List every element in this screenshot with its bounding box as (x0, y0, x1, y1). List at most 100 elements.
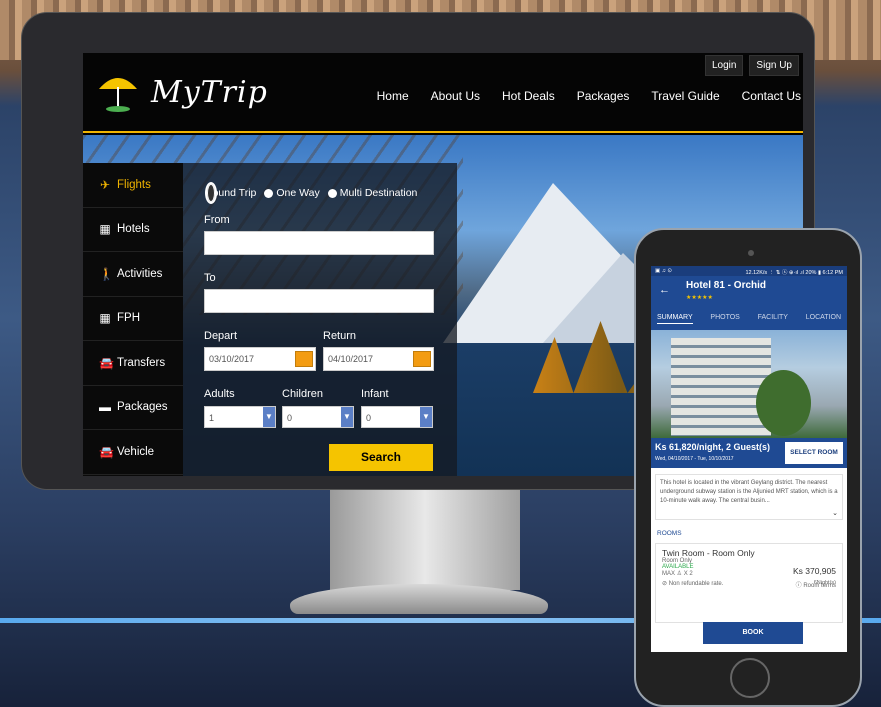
flight-search-form: Round Trip One Way Multi Destination Fro… (183, 163, 457, 476)
status-bar: ▣ ♫ ⊙ 12.12K/s ⋮ ⇅ ⓢ ⊕·ıl .ıl 20% ▮ 6:12… (651, 266, 847, 276)
room-policies: ⊘ Non refundable rate. ⓘ Room terms (662, 580, 836, 589)
hotel-tree (756, 370, 811, 436)
children-label: Children (282, 388, 323, 400)
site-logo[interactable]: MyTrip (95, 69, 268, 115)
hotel-header: ← Hotel 81 - Orchid ★★★★★ (651, 276, 847, 308)
radio-label: One Way (276, 187, 320, 199)
search-button[interactable]: Search (329, 444, 433, 471)
brand-name: MyTrip (151, 74, 268, 110)
tab-activities[interactable]: 🚶 Activities (83, 252, 183, 297)
home-button[interactable] (730, 658, 770, 698)
chevron-down-icon: ▼ (341, 407, 353, 427)
tab-label: Flights (117, 178, 151, 191)
hotel-description: This hotel is located in the vibrant Gey… (655, 474, 843, 520)
room-name: Twin Room - Room Only (662, 548, 755, 558)
tab-label: Transfers (117, 356, 166, 369)
tab-label: Vehicle (117, 445, 155, 458)
signup-button[interactable]: Sign Up (749, 55, 799, 76)
search-category-tabs: ✈ Flights ▦ Hotels 🚶 Activities ▦ FPH 🚘 Trans… (83, 163, 183, 476)
children-select[interactable]: 0 ▼ (282, 406, 354, 428)
infant-select[interactable]: 0 ▼ (361, 406, 433, 428)
children-value: 0 (287, 413, 293, 423)
radio-selected-icon (205, 182, 217, 204)
umbrella-icon (99, 78, 137, 112)
trip-type-group: Round Trip One Way Multi Destination (205, 182, 418, 204)
tab-label: Activities (117, 267, 163, 280)
mobile-screen: ▣ ♫ ⊙ 12.12K/s ⋮ ⇅ ⓢ ⊕·ıl .ıl 20% ▮ 6:12… (651, 266, 847, 652)
building-icon: ▦ (99, 311, 111, 326)
room-nights: 6Night(s) (813, 580, 836, 586)
tab-facility[interactable]: FACILITY (758, 314, 788, 324)
depart-date-input[interactable]: 03/10/2017 (204, 347, 316, 371)
room-price: Ks 370,905 (792, 566, 836, 576)
chevron-down-icon: ▼ (420, 407, 432, 427)
return-date-value: 04/10/2017 (328, 354, 374, 364)
tab-photos[interactable]: PHOTOS (710, 314, 739, 324)
login-button[interactable]: Login (704, 55, 744, 76)
radio-round-trip[interactable]: Round Trip (205, 182, 256, 204)
radio-icon (327, 188, 337, 198)
status-icons: ▣ ♫ ⊙ (655, 268, 672, 274)
depart-label: Depart (204, 330, 238, 342)
tab-transfers[interactable]: 🚘 Transfers (83, 341, 183, 386)
nav-about-us[interactable]: About Us (431, 89, 480, 103)
tab-vehicle[interactable]: 🚘 Vehicle (83, 430, 183, 475)
chevron-down-icon: ▼ (263, 407, 275, 427)
nav-home[interactable]: Home (377, 89, 409, 103)
hotel-building (671, 338, 771, 436)
radio-multi-destination[interactable]: Multi Destination (327, 187, 418, 199)
price-bar: Ks 61,820/night, 2 Guest(s) Wed, 04/10/2… (651, 438, 847, 468)
hotel-photo (651, 330, 847, 438)
tab-summary[interactable]: SUMMARY (657, 314, 693, 324)
tab-hotels[interactable]: ▦ Hotels (83, 208, 183, 252)
to-label: To (204, 272, 216, 284)
from-input[interactable] (204, 231, 434, 255)
radio-icon (264, 188, 274, 198)
tab-packages[interactable]: ▬ Packages (83, 386, 183, 430)
tab-location[interactable]: LOCATION (806, 314, 841, 324)
mobile-phone: ▣ ♫ ⊙ 12.12K/s ⋮ ⇅ ⓢ ⊕·ıl .ıl 20% ▮ 6:12… (634, 228, 862, 707)
radio-label: Multi Destination (339, 187, 418, 199)
building-icon: ▦ (99, 222, 111, 237)
book-button[interactable]: BOOK (703, 622, 803, 644)
nav-hot-deals[interactable]: Hot Deals (502, 89, 555, 103)
car-icon: 🚘 (99, 444, 114, 459)
tab-fph[interactable]: ▦ FPH (83, 297, 183, 341)
adults-select[interactable]: 1 ▼ (204, 406, 276, 428)
rooms-heading: ROOMS (657, 530, 682, 537)
main-nav: Home About Us Hot Deals Packages Travel … (377, 89, 801, 103)
nav-contact-us[interactable]: Contact Us (742, 89, 801, 103)
tab-label: FPH (117, 312, 140, 325)
ticket-icon: ▬ (99, 400, 111, 415)
auth-buttons: Login Sign Up (704, 55, 799, 76)
adults-label: Adults (204, 388, 235, 400)
description-text: This hotel is located in the vibrant Gey… (660, 480, 838, 504)
radio-one-way[interactable]: One Way (264, 187, 320, 199)
stay-dates: Wed, 04/10/2017 - Tue, 10/10/2017 (655, 456, 734, 462)
status-text: 12.12K/s ⋮ ⇅ ⓢ ⊕·ıl .ıl 20% ▮ 6:12 PM (745, 270, 843, 276)
return-label: Return (323, 330, 357, 342)
non-refundable-note: ⊘ Non refundable rate. (662, 581, 724, 587)
infant-value: 0 (366, 413, 372, 423)
return-date-input[interactable]: 04/10/2017 (323, 347, 434, 371)
adults-value: 1 (209, 413, 215, 423)
non-refundable-text: Non refundable rate. (668, 581, 724, 587)
tab-label: Hotels (117, 223, 150, 236)
calendar-icon[interactable] (413, 351, 431, 367)
nav-packages[interactable]: Packages (577, 89, 630, 103)
nav-travel-guide[interactable]: Travel Guide (651, 89, 719, 103)
calendar-icon[interactable] (295, 351, 313, 367)
depart-date-value: 03/10/2017 (209, 354, 255, 364)
select-room-button[interactable]: SELECT ROOM (785, 442, 843, 464)
tab-flights[interactable]: ✈ Flights (83, 163, 183, 208)
price-per-night: Ks 61,820/night, 2 Guest(s) (655, 442, 771, 452)
site-header: MyTrip Login Sign Up Home About Us Hot D… (83, 53, 803, 133)
chevron-down-icon[interactable]: ⌄ (832, 509, 838, 518)
hotel-tabs: SUMMARY PHOTOS FACILITY LOCATION (651, 308, 847, 330)
hotel-name: Hotel 81 - Orchid (686, 280, 767, 291)
car-icon: 🚘 (99, 355, 114, 370)
to-input[interactable] (204, 289, 434, 313)
plane-icon: ✈ (99, 177, 111, 192)
back-arrow-icon[interactable]: ← (659, 284, 670, 296)
tab-label: Packages (117, 401, 168, 414)
